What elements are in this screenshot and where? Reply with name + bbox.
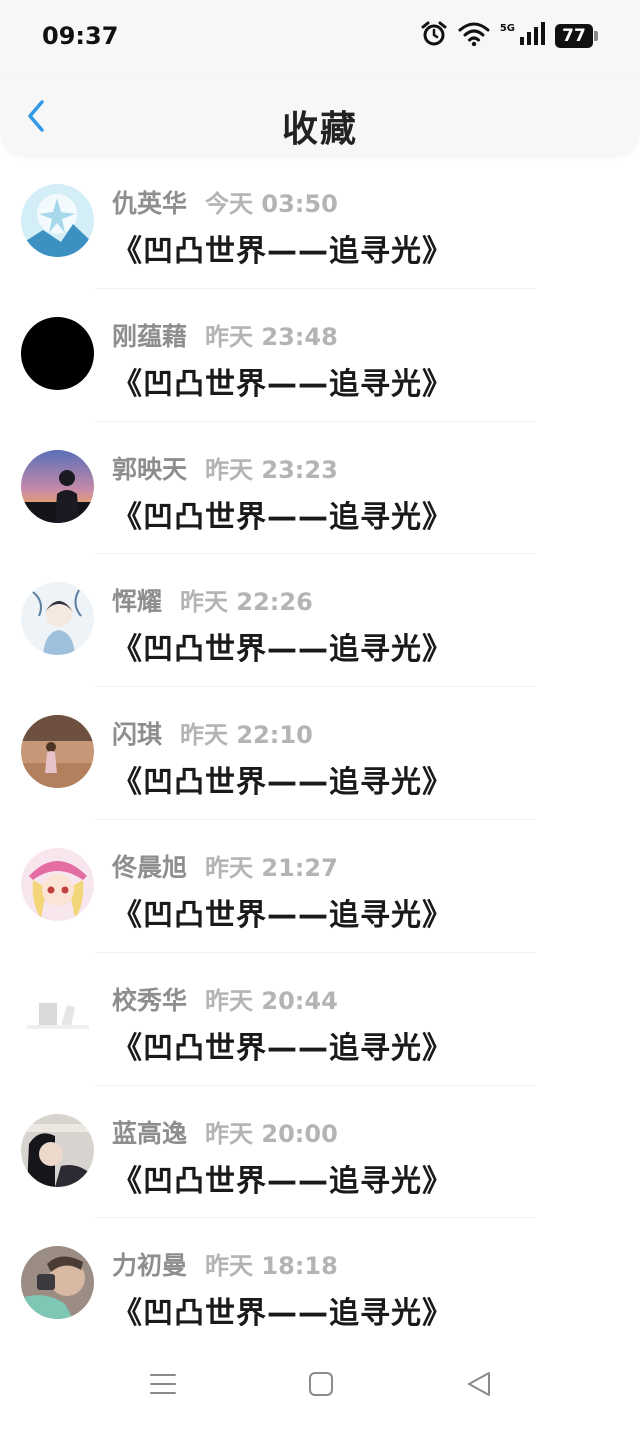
list-item[interactable]: 郭映天 昨天 23:23 《凹凸世界——追寻光》 (0, 422, 640, 555)
timestamp: 昨天 23:48 (205, 322, 338, 351)
list-item[interactable]: 佟晨旭 昨天 21:27 《凹凸世界——追寻光》 (0, 820, 640, 953)
status-time: 09:37 (42, 22, 119, 50)
author-name: 仇英华 (112, 189, 188, 218)
item-meta: 蓝高逸 昨天 20:00 (112, 1114, 338, 1150)
author-name: 刚蕴藉 (112, 321, 188, 351)
item-title: 《凹凸世界——追寻光》 (112, 499, 453, 535)
item-title: 《凹凸世界——追寻光》 (112, 1030, 453, 1066)
item-title: 《凹凸世界——追寻光》 (112, 897, 453, 933)
system-back-button[interactable] (459, 1366, 499, 1406)
list-item[interactable]: 仇英华 今天 03:50 《凹凸世界——追寻光》 (0, 156, 640, 289)
home-button[interactable] (301, 1366, 341, 1406)
item-meta: 郭映天 昨天 23:23 (112, 450, 338, 486)
battery-icon: 77 (555, 24, 598, 48)
home-square-icon (307, 1370, 335, 1402)
item-title: 《凹凸世界——追寻光》 (112, 366, 453, 402)
avatar[interactable] (21, 980, 94, 1054)
list-item[interactable]: 蓝高逸 昨天 20:00 《凹凸世界——追寻光》 (0, 1086, 640, 1219)
timestamp: 昨天 22:10 (180, 721, 313, 750)
avatar[interactable] (21, 1113, 94, 1187)
author-name: 闪琪 (112, 720, 163, 750)
status-bar: 09:37 5G 77 (0, 0, 640, 80)
author-name: 校秀华 (112, 985, 188, 1015)
list-item[interactable]: 刚蕴藉 昨天 23:48 《凹凸世界——追寻光》 (0, 289, 640, 422)
menu-icon (149, 1370, 177, 1402)
author-name: 力初曼 (112, 1251, 188, 1281)
timestamp: 今天 03:50 (205, 190, 338, 218)
signal-icon (519, 22, 545, 50)
avatar[interactable] (21, 316, 94, 390)
favorites-list: 仇英华 今天 03:50 《凹凸世界——追寻光》 刚蕴藉 昨天 23:48 《凹… (0, 156, 640, 1351)
list-item[interactable]: 校秀华 昨天 20:44 《凹凸世界——追寻光》 (0, 953, 640, 1086)
back-triangle-icon (465, 1370, 493, 1402)
item-title: 《凹凸世界——追寻光》 (112, 765, 453, 801)
avatar[interactable] (21, 582, 94, 656)
item-meta: 仇英华 今天 03:50 (112, 184, 338, 220)
network-type-label: 5G (499, 22, 515, 34)
item-meta: 佟晨旭 昨天 21:27 (112, 848, 338, 884)
item-title: 《凹凸世界——追寻光》 (112, 632, 453, 668)
status-icons: 5G 77 (420, 20, 598, 52)
battery-tip (594, 31, 598, 41)
list-item[interactable]: 恽耀 昨天 22:26 《凹凸世界——追寻光》 (0, 554, 640, 688)
alarm-icon (420, 20, 448, 52)
item-meta: 校秀华 昨天 20:44 (112, 981, 338, 1017)
author-name: 恽耀 (112, 587, 163, 617)
wifi-icon (458, 21, 490, 51)
timestamp: 昨天 20:00 (205, 1119, 338, 1148)
list-item[interactable]: 闪琪 昨天 22:10 《凹凸世界——追寻光》 (0, 687, 640, 820)
timestamp: 昨天 21:27 (205, 853, 338, 882)
page-title: 收藏 (281, 109, 358, 150)
timestamp: 昨天 22:26 (180, 588, 313, 617)
list-item[interactable]: 力初曼 昨天 18:18 《凹凸世界——追寻光》 (0, 1218, 640, 1351)
item-meta: 刚蕴藉 昨天 23:48 (112, 317, 338, 353)
item-title: 《凹凸世界——追寻光》 (112, 1163, 453, 1199)
avatar[interactable] (21, 715, 94, 789)
item-meta: 闪琪 昨天 22:10 (112, 715, 313, 751)
avatar[interactable] (21, 449, 94, 523)
timestamp: 昨天 18:18 (205, 1252, 338, 1281)
item-title: 《凹凸世界——追寻光》 (112, 1296, 453, 1332)
avatar[interactable] (21, 1246, 94, 1320)
author-name: 蓝高逸 (112, 1118, 188, 1148)
author-name: 郭映天 (112, 454, 188, 484)
battery-level: 77 (555, 24, 593, 48)
system-nav-bar (0, 1340, 640, 1429)
menu-button[interactable] (143, 1366, 183, 1406)
nav-bar: 收藏 (0, 80, 640, 156)
item-meta: 力初曼 昨天 18:18 (112, 1246, 338, 1282)
avatar[interactable] (21, 847, 94, 921)
timestamp: 昨天 23:23 (205, 455, 338, 484)
author-name: 佟晨旭 (112, 852, 188, 882)
avatar[interactable] (21, 184, 94, 257)
timestamp: 昨天 20:44 (205, 986, 338, 1015)
item-title: 《凹凸世界——追寻光》 (112, 234, 453, 269)
item-meta: 恽耀 昨天 22:26 (112, 582, 313, 618)
